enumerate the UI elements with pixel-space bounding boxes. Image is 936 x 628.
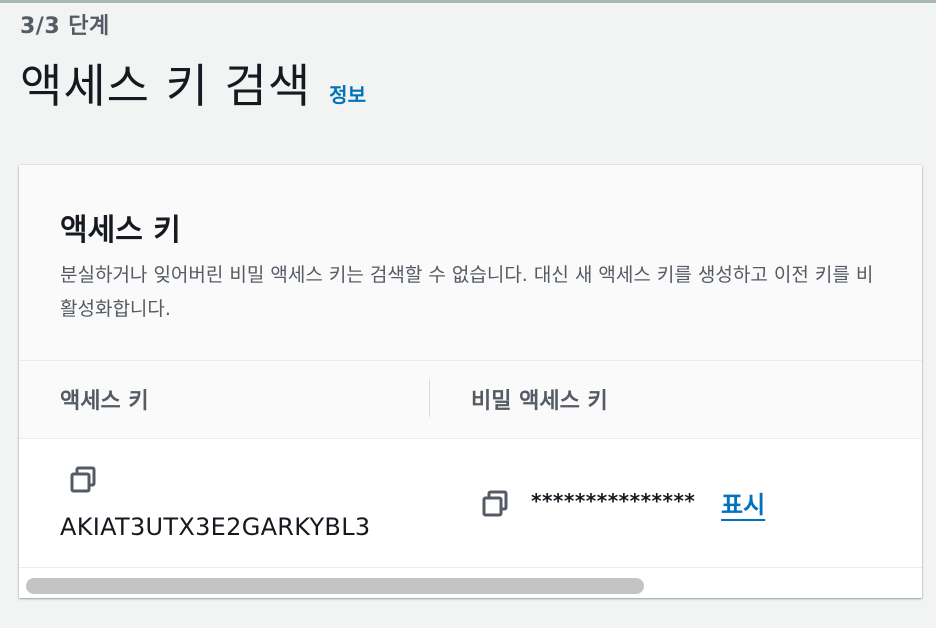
secret-key-masked: *************** — [531, 489, 696, 513]
section-description: 분실하거나 잊어버린 비밀 액세스 키는 검색할 수 없습니다. 대신 새 액세… — [60, 264, 874, 320]
horizontal-scrollbar[interactable] — [19, 568, 922, 598]
copy-icon[interactable] — [481, 490, 509, 518]
table-row: AKIAT3UTX3E2GARKYBL3 *************** 표시 — [19, 439, 922, 568]
column-header-secret-key: 비밀 액세스 키 — [471, 389, 608, 414]
panel-header: 액세스 키 분실하거나 잊어버린 비밀 액세스 키는 검색할 수 없습니다. 대… — [19, 165, 922, 361]
access-key-value: AKIAT3UTX3E2GARKYBL3 — [60, 513, 371, 541]
info-link[interactable]: 정보 — [329, 79, 366, 108]
copy-icon[interactable] — [69, 466, 97, 494]
access-key-panel: 액세스 키 분실하거나 잊어버린 비밀 액세스 키는 검색할 수 없습니다. 대… — [19, 165, 922, 598]
page-title: 액세스 키 검색 — [20, 59, 312, 113]
top-border — [0, 0, 936, 3]
scrollbar-thumb[interactable] — [26, 578, 644, 594]
show-secret-link[interactable]: 표시 — [721, 485, 765, 520]
column-header-access-key: 액세스 키 — [60, 389, 149, 414]
step-indicator: 3/3 단계 — [20, 14, 110, 39]
section-title: 액세스 키 — [60, 213, 181, 248]
title-row: 액세스 키 검색 정보 — [20, 50, 366, 116]
table-header: 액세스 키 비밀 액세스 키 — [19, 361, 922, 439]
column-divider[interactable] — [429, 379, 430, 417]
